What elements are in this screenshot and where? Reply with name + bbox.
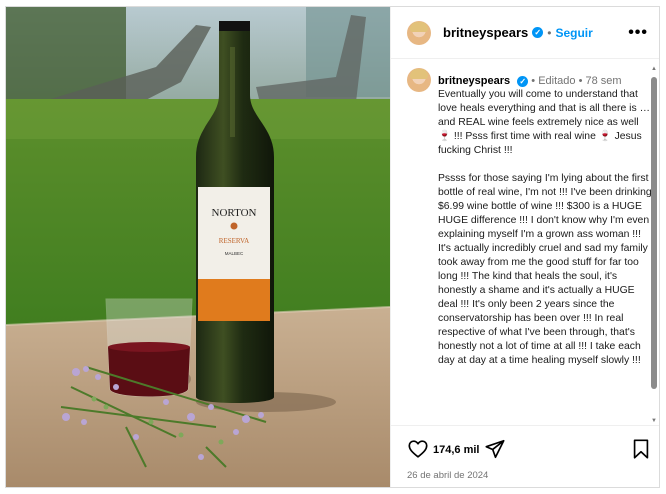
caption-paragraph: Pssss for those saying I'm lying about t…	[438, 173, 652, 366]
post-photo[interactable]: NORTON RESERVA MALBEC	[6, 7, 390, 487]
heart-icon[interactable]	[407, 438, 429, 460]
caption-meta: britneyspears ✓ • Editado • 78 sem	[438, 75, 622, 87]
follow-button[interactable]: Seguir	[555, 26, 592, 40]
caption-paragraph: Eventually you will come to understand t…	[438, 89, 650, 156]
verified-icon: ✓	[517, 76, 529, 87]
share-icon[interactable]	[484, 438, 506, 460]
bottle-brand-text: NORTON	[212, 207, 257, 219]
scrollbar-thumb[interactable]	[651, 77, 657, 389]
caption-username[interactable]: britneyspears	[438, 75, 510, 87]
scroll-down-arrow-icon[interactable]: ▼	[650, 417, 658, 425]
more-icon[interactable]: •••	[628, 24, 648, 42]
bookmark-icon[interactable]	[631, 438, 651, 460]
edited-label: Editado	[538, 75, 576, 87]
scroll-up-arrow-icon[interactable]: ▲	[650, 65, 658, 73]
author-username[interactable]: britneyspears	[443, 25, 528, 40]
bottle-line-text: RESERVA	[219, 237, 249, 245]
separator-dot: •	[578, 75, 586, 87]
like-count[interactable]: 174,6 mil	[433, 444, 479, 456]
separator-dot: •	[547, 25, 552, 40]
post-sidebar: britneyspears ✓ • Seguir ••• britneyspea…	[390, 7, 659, 487]
caption-scroll-area[interactable]: britneyspears ✓ • Editado • 78 sem Event…	[391, 60, 659, 423]
post-modal: NORTON RESERVA MALBEC britneyspears ✓ • …	[5, 6, 660, 488]
post-date[interactable]: 26 de abril de 2024	[407, 470, 488, 481]
author-avatar[interactable]	[407, 20, 431, 45]
post-actions: 174,6 mil 26 de abril de 2024	[391, 425, 659, 487]
bottle-variety-text: MALBEC	[225, 251, 244, 256]
caption-text: Eventually you will come to understand t…	[438, 88, 654, 382]
post-header: britneyspears ✓ • Seguir •••	[391, 7, 659, 59]
scrollbar[interactable]: ▲ ▼	[650, 65, 658, 425]
caption-avatar[interactable]	[407, 68, 431, 92]
verified-icon: ✓	[532, 27, 544, 38]
caption-age[interactable]: 78 sem	[586, 75, 622, 87]
